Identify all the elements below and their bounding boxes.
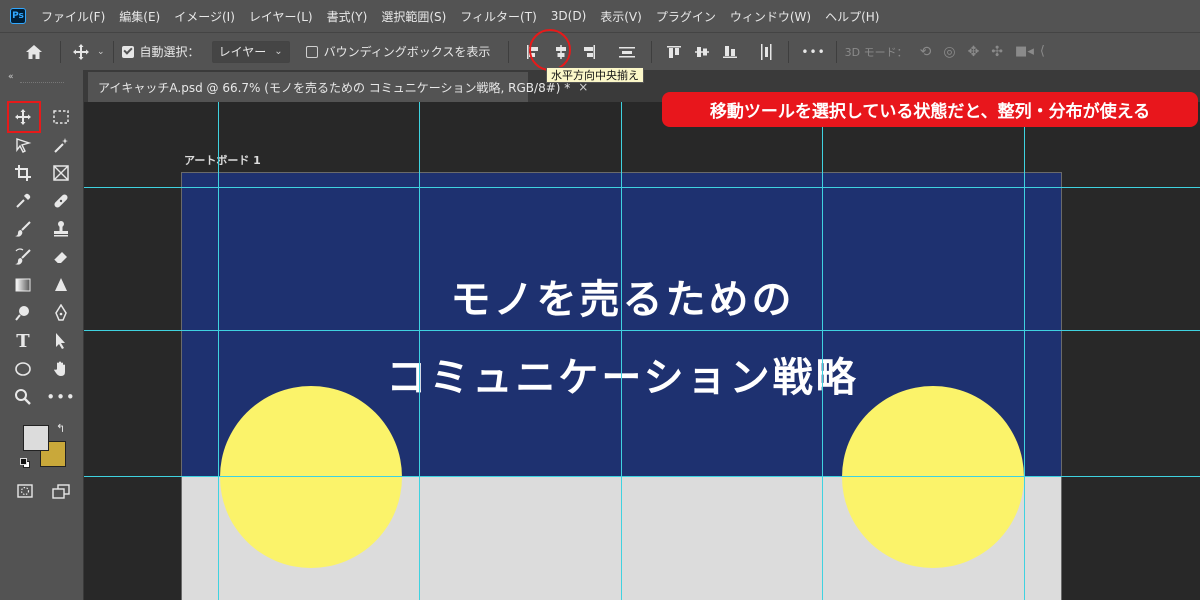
menu-layer[interactable]: レイヤー(L) bbox=[242, 8, 320, 25]
align-vertical-centers-button[interactable] bbox=[688, 38, 716, 66]
roll-3d-icon[interactable]: ◎ bbox=[943, 44, 955, 60]
options-bar: ⌄ 自動選択： レイヤー ⌄ バウンディングボックスを表示 ••• 3D モード… bbox=[0, 32, 1200, 70]
gradient-tool-icon[interactable] bbox=[10, 272, 36, 298]
menu-select[interactable]: 選択範囲(S) bbox=[374, 8, 453, 25]
brush-tool-icon[interactable] bbox=[10, 216, 36, 242]
guide-horizontal[interactable] bbox=[84, 476, 1200, 477]
document-tab-title: アイキャッチA.psd @ 66.7% (モノを売るための コミュニケーション戦… bbox=[98, 80, 571, 95]
menu-image[interactable]: イメージ(I) bbox=[167, 8, 242, 25]
foreground-color-swatch[interactable] bbox=[23, 425, 49, 451]
edit-toolbar-icon[interactable]: ••• bbox=[46, 384, 75, 410]
menu-edit[interactable]: 編集(E) bbox=[112, 8, 167, 25]
yellow-circle-left bbox=[220, 386, 402, 568]
guide-vertical[interactable] bbox=[621, 102, 622, 600]
move-tool-highlight bbox=[7, 101, 41, 133]
collapse-panel-icon[interactable]: « bbox=[8, 72, 14, 82]
camera-3d-icon[interactable]: ■◂ bbox=[1015, 44, 1034, 59]
align-tooltip: 水平方向中央揃え bbox=[546, 67, 644, 83]
dodge-tool-icon[interactable] bbox=[10, 300, 36, 326]
guide-vertical[interactable] bbox=[218, 102, 219, 600]
bounding-box-checkbox[interactable] bbox=[305, 45, 318, 58]
align-button-highlight bbox=[529, 29, 571, 71]
menu-window[interactable]: ウィンドウ(W) bbox=[723, 8, 818, 25]
drag-3d-icon[interactable]: ✥ bbox=[968, 44, 980, 60]
menu-file[interactable]: ファイル(F) bbox=[34, 8, 112, 25]
artboard-label[interactable]: アートボード 1 bbox=[184, 152, 261, 168]
healing-brush-tool-icon[interactable] bbox=[48, 188, 74, 214]
menu-bar: Ps ファイル(F) 編集(E) イメージ(I) レイヤー(L) 書式(Y) 選… bbox=[0, 0, 1200, 32]
move-tool-preset-icon[interactable] bbox=[69, 43, 93, 61]
guide-vertical[interactable] bbox=[419, 102, 420, 600]
title-line-1: モノを売るための bbox=[450, 276, 795, 323]
align-top-edges-button[interactable] bbox=[660, 38, 688, 66]
eraser-tool-icon[interactable] bbox=[48, 244, 74, 270]
photoshop-window: Ps ファイル(F) 編集(E) イメージ(I) レイヤー(L) 書式(Y) 選… bbox=[0, 0, 1200, 600]
history-brush-tool-icon[interactable] bbox=[10, 244, 36, 270]
preset-chevron-icon[interactable]: ⌄ bbox=[97, 47, 105, 57]
menu-type[interactable]: 書式(Y) bbox=[320, 8, 375, 25]
pen-tool-icon[interactable] bbox=[48, 300, 74, 326]
more-options-button[interactable]: ••• bbox=[801, 45, 825, 59]
3d-mode-label: 3D モード： bbox=[844, 45, 908, 59]
auto-select-target-value: レイヤー bbox=[218, 45, 267, 59]
home-icon[interactable] bbox=[22, 44, 46, 60]
blur-tool-icon[interactable] bbox=[48, 272, 74, 298]
slide-3d-icon[interactable]: ✣ bbox=[991, 44, 1003, 60]
marquee-tool-icon[interactable] bbox=[48, 104, 74, 130]
crop-tool-icon[interactable] bbox=[10, 160, 36, 186]
guide-vertical[interactable] bbox=[1024, 102, 1025, 600]
magic-wand-tool-icon[interactable] bbox=[48, 132, 74, 158]
menu-help[interactable]: ヘルプ(H) bbox=[818, 8, 886, 25]
overflow-3d-icon: ⟨ bbox=[1039, 44, 1045, 59]
ellipse-tool-icon[interactable] bbox=[10, 356, 36, 382]
quick-mask-icon[interactable] bbox=[12, 478, 38, 504]
lasso-tool-icon[interactable] bbox=[10, 132, 36, 158]
distribute-vertical-button[interactable] bbox=[752, 38, 780, 66]
yellow-circle-right bbox=[842, 386, 1024, 568]
annotation-callout: 移動ツールを選択している状態だと、整列・分布が使える bbox=[662, 92, 1198, 127]
ps-logo-icon: Ps bbox=[10, 8, 26, 24]
screen-mode-icon[interactable] bbox=[48, 478, 74, 504]
menu-plugins[interactable]: プラグイン bbox=[649, 8, 723, 25]
chevron-down-icon: ⌄ bbox=[274, 46, 283, 57]
distribute-horizontal-button[interactable] bbox=[613, 38, 641, 66]
zoom-tool-icon[interactable] bbox=[10, 384, 36, 410]
orbit-3d-icon[interactable]: ⟲ bbox=[920, 44, 932, 60]
default-colors-icon[interactable] bbox=[20, 458, 30, 468]
guide-vertical[interactable] bbox=[822, 102, 823, 600]
align-bottom-edges-button[interactable] bbox=[716, 38, 744, 66]
path-selection-tool-icon[interactable] bbox=[48, 328, 74, 354]
menu-3d[interactable]: 3D(D) bbox=[544, 9, 593, 23]
bounding-box-label: バウンディングボックスを表示 bbox=[323, 45, 491, 59]
guide-horizontal[interactable] bbox=[84, 187, 1200, 188]
type-tool-icon[interactable]: T bbox=[10, 328, 36, 354]
document-tab[interactable]: アイキャッチA.psd @ 66.7% (モノを売るための コミュニケーション戦… bbox=[88, 72, 588, 102]
clone-stamp-tool-icon[interactable] bbox=[48, 216, 74, 242]
menu-view[interactable]: 表示(V) bbox=[593, 8, 649, 25]
auto-select-checkbox[interactable] bbox=[121, 45, 134, 58]
auto-select-label: 自動選択： bbox=[139, 45, 200, 59]
canvas-area[interactable]: アートボード 1 モノを売るための コミュニケーション戦略 bbox=[84, 102, 1200, 600]
eyedropper-tool-icon[interactable] bbox=[10, 188, 36, 214]
frame-tool-icon[interactable] bbox=[48, 160, 74, 186]
guide-horizontal[interactable] bbox=[84, 330, 1200, 331]
swap-colors-icon[interactable]: ↰ bbox=[56, 422, 65, 435]
auto-select-target-dropdown[interactable]: レイヤー ⌄ bbox=[211, 40, 290, 63]
menu-filter[interactable]: フィルター(T) bbox=[453, 8, 543, 25]
hand-tool-icon[interactable] bbox=[48, 356, 74, 382]
align-right-edges-button[interactable] bbox=[575, 38, 603, 66]
tools-panel: « T ••• ↰ bbox=[0, 70, 84, 600]
